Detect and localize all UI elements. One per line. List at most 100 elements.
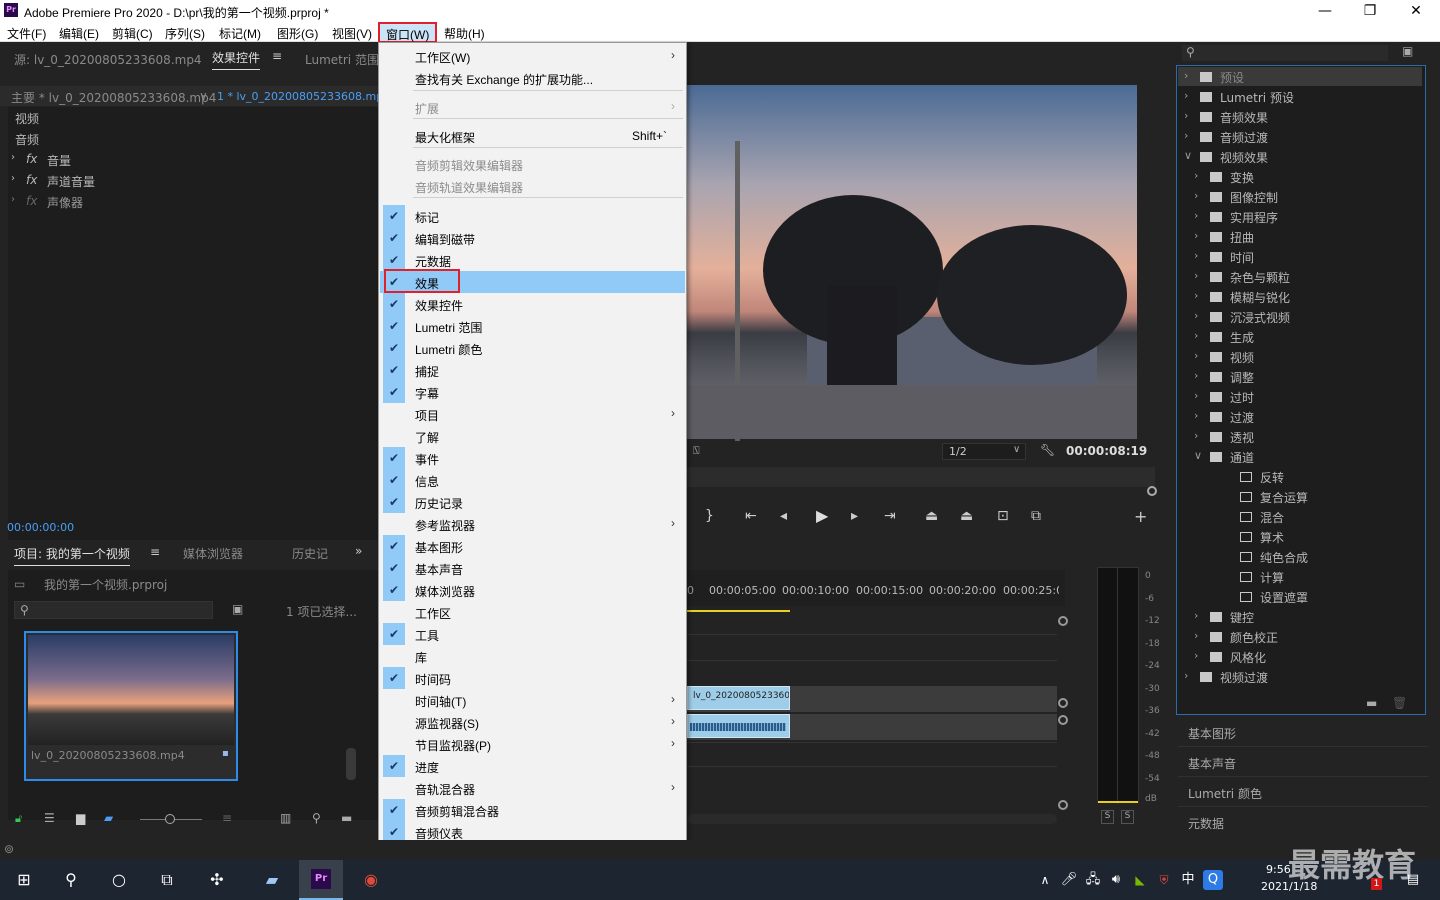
- effect-controls-timecode[interactable]: 00:00:00:00: [7, 521, 74, 534]
- track-scroll-handle[interactable]: [1058, 698, 1068, 708]
- effects-tree-item[interactable]: › 沉浸式视频: [1178, 307, 1422, 326]
- chevron-right-icon[interactable]: ›: [1184, 89, 1188, 102]
- security-icon[interactable]: ⛨: [1151, 868, 1177, 892]
- panel-essential-graphics[interactable]: 基本图形: [1178, 719, 1428, 747]
- timeline-h-scrollbar[interactable]: [687, 814, 1057, 824]
- window-menu-item[interactable]: ✔ 时间码: [380, 667, 685, 689]
- chevron-down-icon[interactable]: ∨: [199, 89, 208, 103]
- effects-tree-item[interactable]: 反转: [1178, 467, 1422, 486]
- delete-icon[interactable]: 🗑︎: [1392, 696, 1407, 710]
- tab-media-browser[interactable]: 媒体浏览器: [183, 545, 243, 562]
- work-area-bar[interactable]: [687, 610, 790, 612]
- effects-tree-item[interactable]: › 图像控制: [1178, 187, 1422, 206]
- lift-icon[interactable]: ⏏: [925, 508, 938, 524]
- effects-tree-item[interactable]: 复合运算: [1178, 487, 1422, 506]
- audio-clip[interactable]: [687, 714, 790, 738]
- new-bin-icon[interactable]: ▬: [1366, 696, 1377, 710]
- window-menu-item[interactable]: ✔ 字幕: [380, 381, 685, 403]
- window-menu-item[interactable]: ✔ 历史记录: [380, 491, 685, 513]
- window-menu-item[interactable]: ✔ 基本图形: [380, 535, 685, 557]
- track-scroll-handle[interactable]: [1058, 800, 1068, 810]
- new-bin-icon[interactable]: ▬: [341, 811, 352, 825]
- chevron-right-icon[interactable]: ›: [1194, 209, 1198, 222]
- notepad-app-icon[interactable]: ▰: [259, 868, 285, 892]
- go-to-out-icon[interactable]: ⇥: [884, 508, 896, 524]
- tab-project[interactable]: 项目: 我的第一个视频: [14, 545, 130, 566]
- effects-tree-item[interactable]: 计算: [1178, 567, 1422, 586]
- chevron-right-icon[interactable]: ›: [1194, 229, 1198, 242]
- mark-out-icon[interactable]: }: [705, 508, 714, 524]
- fit-select[interactable]: 1/2 ∨: [942, 443, 1026, 460]
- window-menu-item[interactable]: ✔ 效果: [380, 269, 685, 293]
- effects-tree-item[interactable]: › Lumetri 预设: [1178, 87, 1422, 106]
- window-menu-item[interactable]: 工作区: [380, 601, 685, 623]
- find-icon[interactable]: ⚲: [312, 811, 321, 825]
- master-clip-label[interactable]: 主要 * lv_0_20200805233608.mp4: [11, 89, 216, 106]
- effects-tree-item[interactable]: › 过时: [1178, 387, 1422, 406]
- chevron-right-icon[interactable]: ›: [1184, 69, 1188, 82]
- effects-tree-item[interactable]: › 扭曲: [1178, 227, 1422, 246]
- cortana-icon[interactable]: ○: [106, 868, 132, 892]
- chrome-app-icon[interactable]: ◉: [358, 868, 384, 892]
- extract-icon[interactable]: ⏏: [960, 508, 973, 524]
- expand-arrow-icon[interactable]: ›: [11, 173, 15, 184]
- ruler-end-handle[interactable]: [1147, 486, 1157, 496]
- track-scroll-handle[interactable]: [1058, 616, 1068, 626]
- window-menu-item[interactable]: ✔ 事件: [380, 447, 685, 469]
- safe-margins-icon[interactable]: ⍂: [693, 444, 700, 458]
- window-menu-item[interactable]: 查找有关 Exchange 的扩展功能...: [380, 67, 685, 89]
- step-forward-icon[interactable]: ▸: [851, 508, 858, 524]
- window-menu-item[interactable]: 音轨混合器 ›: [380, 777, 685, 799]
- window-menu-item[interactable]: 源监视器(S) ›: [380, 711, 685, 733]
- menu-file[interactable]: 文件(F): [7, 25, 46, 42]
- tab-effect-controls[interactable]: 效果控件: [212, 49, 261, 70]
- chevron-right-icon[interactable]: ›: [1194, 249, 1198, 262]
- tab-history[interactable]: 历史记: [292, 545, 328, 562]
- menu-clip[interactable]: 剪辑(C): [112, 25, 153, 42]
- play-icon[interactable]: ▶: [816, 506, 828, 525]
- effects-tree-item[interactable]: 算术: [1178, 527, 1422, 546]
- effects-tree-item[interactable]: › 调整: [1178, 367, 1422, 386]
- solo-left-button[interactable]: S: [1101, 810, 1114, 824]
- window-menu-item[interactable]: 最大化框架 Shift+`: [380, 125, 685, 147]
- effects-search-input[interactable]: ⚲: [1182, 45, 1388, 61]
- task-view-icon[interactable]: ⧉: [154, 868, 180, 892]
- chevron-right-icon[interactable]: ›: [1194, 189, 1198, 202]
- effects-tree-item[interactable]: 混合: [1178, 507, 1422, 526]
- export-frame-icon[interactable]: ⊡: [997, 508, 1009, 524]
- window-menu-item[interactable]: ✔ 捕捉: [380, 359, 685, 381]
- effects-tree-item[interactable]: ∨ 通道: [1178, 447, 1422, 466]
- step-back-icon[interactable]: ◂: [780, 508, 787, 524]
- menu-marker[interactable]: 标记(M): [219, 25, 261, 42]
- panel-overflow-icon[interactable]: »: [355, 544, 362, 558]
- effects-tree-item[interactable]: › 变换: [1178, 167, 1422, 186]
- chevron-right-icon[interactable]: ›: [1194, 389, 1198, 402]
- chevron-down-icon[interactable]: ∨: [1184, 149, 1192, 162]
- clock-time[interactable]: 9:56: [1266, 863, 1291, 876]
- window-menu-item[interactable]: ✔ 编辑到磁带: [380, 227, 685, 249]
- qq-icon[interactable]: Q: [1203, 870, 1223, 890]
- window-menu-item[interactable]: ✔ Lumetri 范围: [380, 315, 685, 337]
- window-menu-item[interactable]: ✔ 标记: [380, 205, 685, 227]
- microphone-icon[interactable]: 🎤︎: [1056, 868, 1082, 892]
- fx-channel-volume[interactable]: 声道音量: [47, 173, 95, 190]
- add-button-icon[interactable]: +: [1134, 507, 1147, 526]
- window-menu-item[interactable]: 了解: [380, 425, 685, 447]
- expand-arrow-icon[interactable]: ›: [11, 152, 15, 163]
- chevron-right-icon[interactable]: ›: [1194, 169, 1198, 182]
- chevron-right-icon[interactable]: ›: [1194, 349, 1198, 362]
- window-menu-item[interactable]: 库: [380, 645, 685, 667]
- comparison-view-icon[interactable]: ⧉: [1031, 508, 1041, 524]
- window-menu-item[interactable]: ✔ 元数据: [380, 249, 685, 271]
- window-menu-item[interactable]: 工作区(W) ›: [380, 45, 685, 67]
- window-menu-item[interactable]: 项目 ›: [380, 403, 685, 425]
- menu-sequence[interactable]: 序列(S): [165, 25, 205, 42]
- effects-tree-item[interactable]: › 过渡: [1178, 407, 1422, 426]
- chevron-right-icon[interactable]: ›: [1194, 429, 1198, 442]
- chevron-right-icon[interactable]: ›: [1194, 409, 1198, 422]
- effects-tree-item[interactable]: 设置遮罩: [1178, 587, 1422, 606]
- action-center-icon[interactable]: ▤: [1400, 868, 1426, 892]
- effects-tree-item[interactable]: ∨ 视频效果: [1178, 147, 1422, 166]
- new-custom-bin-icon[interactable]: ▣: [1402, 44, 1413, 58]
- sequence-clip-label[interactable]: 1 * lv_0_20200805233608.mp4: [217, 90, 390, 103]
